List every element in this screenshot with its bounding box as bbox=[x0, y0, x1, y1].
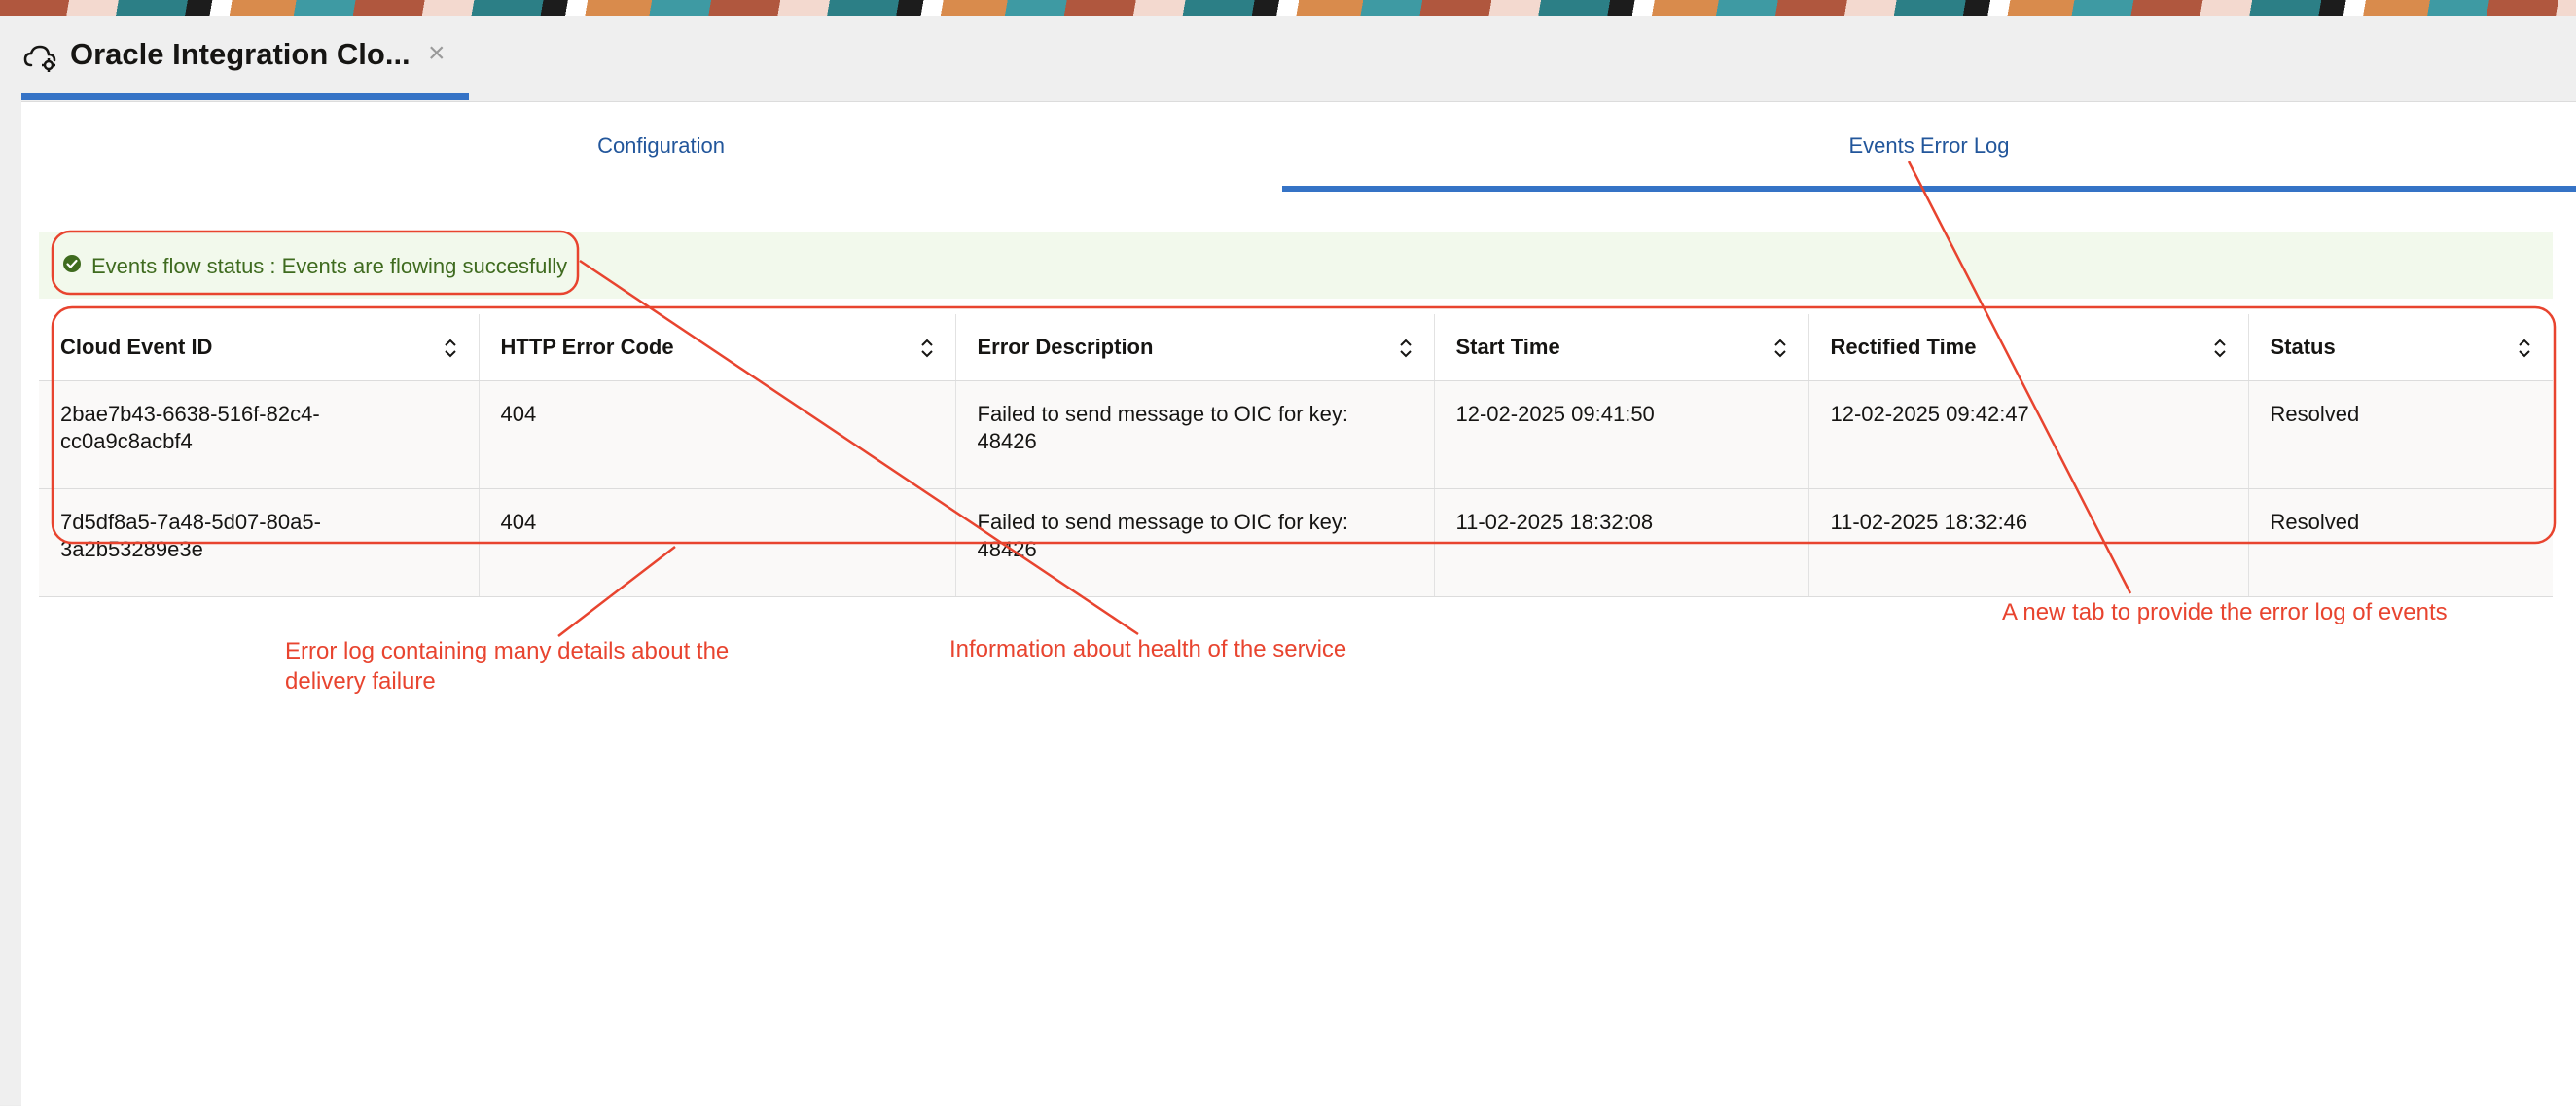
app-window: Oracle Integration Clo... × Configuratio… bbox=[0, 16, 2576, 1106]
cell-error-description: Failed to send message to OIC for key: 4… bbox=[955, 380, 1435, 489]
check-circle-icon bbox=[63, 255, 81, 272]
cell-cloud-event-id: 2bae7b43-6638-516f-82c4- cc0a9c8acbf4 bbox=[39, 380, 480, 489]
column-header-cloud-event-id[interactable]: Cloud Event ID bbox=[39, 314, 480, 381]
sort-icon[interactable] bbox=[2213, 338, 2227, 359]
selected-tab-indicator bbox=[1282, 186, 2576, 192]
column-header-status[interactable]: Status bbox=[2248, 314, 2553, 381]
events-error-table: Cloud Event ID HTTP Error Code Error Des… bbox=[39, 314, 2553, 597]
events-flow-status: Events flow status : Events are flowing … bbox=[91, 254, 568, 278]
sort-icon[interactable] bbox=[1399, 338, 1413, 359]
callout-error-log: Error log containing many details about … bbox=[285, 638, 730, 695]
table-header-row: Cloud Event ID HTTP Error Code Error Des… bbox=[39, 314, 2553, 381]
table-row[interactable]: 2bae7b43-6638-516f-82c4- cc0a9c8acbf4 404… bbox=[39, 380, 2553, 489]
column-header-error-description[interactable]: Error Description bbox=[955, 314, 1435, 381]
desktop-wallpaper-strip bbox=[0, 0, 2576, 16]
cell-http-error-code: 404 bbox=[479, 380, 956, 489]
cell-rectified-time: 11-02-2025 18:32:46 bbox=[1808, 488, 2249, 597]
cell-start-time: 11-02-2025 18:32:08 bbox=[1434, 488, 1809, 597]
tab-configuration[interactable]: Configuration bbox=[21, 133, 1301, 159]
column-header-http-error-code[interactable]: HTTP Error Code bbox=[479, 314, 956, 381]
table-row[interactable]: 7d5df8a5-7a48-5d07-80a5- 3a2b53289e3e 404… bbox=[39, 488, 2553, 597]
column-header-rectified-time[interactable]: Rectified Time bbox=[1808, 314, 2249, 381]
cloud-gear-icon bbox=[23, 45, 56, 72]
sort-icon[interactable] bbox=[920, 338, 934, 359]
column-header-start-time[interactable]: Start Time bbox=[1434, 314, 1809, 381]
tab-events-error-log[interactable]: Events Error Log bbox=[1282, 133, 2576, 159]
cell-start-time: 12-02-2025 09:41:50 bbox=[1434, 380, 1809, 489]
cell-status: Resolved bbox=[2248, 488, 2553, 597]
app-tab-active-indicator bbox=[21, 93, 469, 100]
sort-icon[interactable] bbox=[2518, 338, 2531, 359]
callout-service-health: Information about health of the service bbox=[949, 636, 1347, 662]
close-tab-icon[interactable]: × bbox=[428, 37, 446, 70]
app-tab-title: Oracle Integration Clo... bbox=[70, 37, 411, 71]
cell-cloud-event-id: 7d5df8a5-7a48-5d07-80a5- 3a2b53289e3e bbox=[39, 488, 480, 597]
cell-rectified-time: 12-02-2025 09:42:47 bbox=[1808, 380, 2249, 489]
cell-status: Resolved bbox=[2248, 380, 2553, 489]
sort-icon[interactable] bbox=[444, 338, 457, 359]
sort-icon[interactable] bbox=[1773, 338, 1787, 359]
callout-new-tab: A new tab to provide the error log of ev… bbox=[2002, 599, 2448, 625]
cell-http-error-code: 404 bbox=[479, 488, 956, 597]
cell-error-description: Failed to send message to OIC for key: 4… bbox=[955, 488, 1435, 597]
